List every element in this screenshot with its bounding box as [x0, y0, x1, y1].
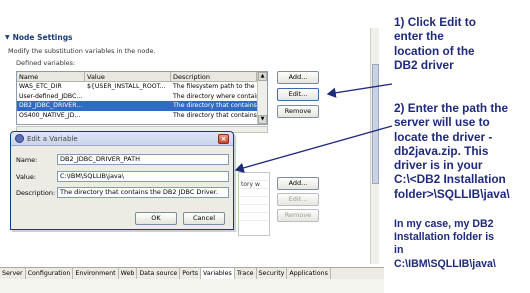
annotation-line: C:\<DB2 Installation [394, 172, 506, 187]
annotation-line: DB2 driver [394, 57, 454, 72]
annotation-line: C:\IBM\SQLLIB\java\ [394, 257, 496, 270]
annotation-line: location of the [394, 43, 475, 58]
annotation-line: server will use to [394, 115, 490, 130]
annotation-step-1: 1) Click Edit to enter the location of t… [394, 15, 476, 72]
annotation-line: in [394, 244, 404, 257]
annotation-line: db2java.zip. This [394, 143, 489, 158]
annotation-step-2: 2) Enter the path the server will use to… [394, 101, 510, 201]
annotation-line: 2) Enter the path the [394, 101, 509, 115]
annotation-line: 1) Click Edit to [394, 15, 476, 29]
annotation-line: folder>\SQLLIB\java\ [394, 186, 510, 201]
arrow-to-edit-button [326, 83, 393, 98]
annotation-line: enter the [394, 29, 444, 44]
annotation-line: locate the driver - [394, 129, 493, 144]
arrow-to-value-field [234, 125, 393, 173]
annotation-note: In my case, my DB2 Installation folder i… [394, 218, 496, 271]
annotation-line: In my case, my DB2 [394, 218, 494, 230]
annotation-line: driver is in your [394, 158, 483, 173]
annotation-line: Installation folder is [394, 231, 495, 244]
